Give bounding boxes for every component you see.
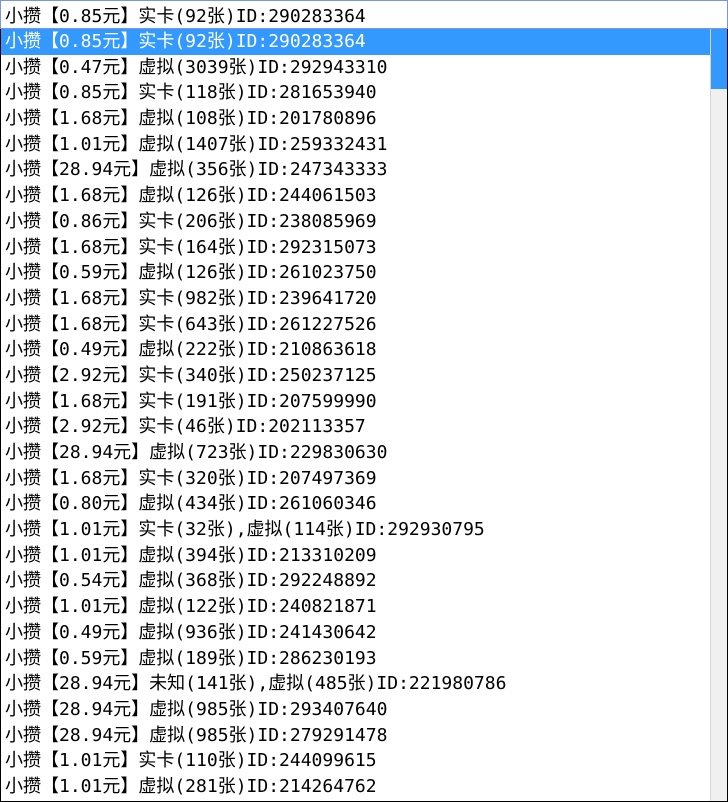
dropdown-item[interactable]: 小攒【0.49元】虚拟(936张)ID:241430642 <box>1 620 710 646</box>
dropdown-item[interactable]: 小攒【0.59元】虚拟(189张)ID:286230193 <box>1 646 710 672</box>
combobox-container: 小攒【0.85元】实卡(92张)ID:290283364小攒【0.47元】虚拟(… <box>0 0 728 802</box>
scrollbar[interactable] <box>710 29 727 801</box>
dropdown-item[interactable]: 小攒【0.54元】虚拟(368张)ID:292248892 <box>1 568 710 594</box>
dropdown-item[interactable]: 小攒【1.01元】虚拟(281张)ID:214264762 <box>1 774 710 800</box>
dropdown-item[interactable]: 小攒【2.92元】实卡(46张)ID:202113357 <box>1 414 710 440</box>
dropdown-item[interactable]: 小攒【1.01元】实卡(110张)ID:244099615 <box>1 748 710 774</box>
dropdown-item[interactable]: 小攒【0.49元】虚拟(222张)ID:210863618 <box>1 337 710 363</box>
dropdown-item[interactable]: 小攒【0.85元】实卡(118张)ID:281653940 <box>1 80 710 106</box>
dropdown-item[interactable]: 小攒【1.01元】虚拟(1407张)ID:259332431 <box>1 132 710 158</box>
dropdown-item[interactable]: 小攒【1.68元】实卡(982张)ID:239641720 <box>1 286 710 312</box>
dropdown-item[interactable]: 小攒【0.85元】实卡(92张)ID:290283364 <box>1 29 710 55</box>
dropdown-item[interactable]: 小攒【1.68元】实卡(320张)ID:207497369 <box>1 466 710 492</box>
dropdown-panel: 小攒【0.85元】实卡(92张)ID:290283364小攒【0.47元】虚拟(… <box>0 29 728 802</box>
dropdown-item[interactable]: 小攒【1.68元】虚拟(126张)ID:244061503 <box>1 183 710 209</box>
dropdown-item[interactable]: 小攒【28.94元】虚拟(985张)ID:293407640 <box>1 697 710 723</box>
dropdown-item[interactable]: 小攒【1.01元】实卡(32张),虚拟(114张)ID:292930795 <box>1 517 710 543</box>
dropdown-item[interactable]: 小攒【1.68元】虚拟(108张)ID:201780896 <box>1 106 710 132</box>
dropdown-item[interactable]: 小攒【1.68元】实卡(191张)ID:207599990 <box>1 389 710 415</box>
dropdown-item[interactable]: 小攒【0.47元】虚拟(3039张)ID:292943310 <box>1 55 710 81</box>
dropdown-item[interactable]: 小攒【1.68元】实卡(164张)ID:292315073 <box>1 235 710 261</box>
combobox-input[interactable] <box>0 0 728 29</box>
dropdown-list: 小攒【0.85元】实卡(92张)ID:290283364小攒【0.47元】虚拟(… <box>1 29 710 801</box>
scrollbar-thumb[interactable] <box>711 29 727 89</box>
dropdown-item[interactable]: 小攒【0.86元】实卡(206张)ID:238085969 <box>1 209 710 235</box>
dropdown-item[interactable]: 小攒【0.59元】虚拟(126张)ID:261023750 <box>1 260 710 286</box>
dropdown-item[interactable]: 小攒【28.94元】虚拟(356张)ID:247343333 <box>1 157 710 183</box>
dropdown-item[interactable]: 小攒【1.68元】实卡(643张)ID:261227526 <box>1 312 710 338</box>
dropdown-item[interactable]: 小攒【28.94元】未知(141张),虚拟(485张)ID:221980786 <box>1 671 710 697</box>
dropdown-item[interactable]: 小攒【2.92元】实卡(340张)ID:250237125 <box>1 363 710 389</box>
dropdown-item[interactable]: 小攒【1.01元】虚拟(394张)ID:213310209 <box>1 543 710 569</box>
scrollbar-track[interactable] <box>711 29 727 801</box>
dropdown-item[interactable]: 小攒【28.94元】虚拟(723张)ID:229830630 <box>1 440 710 466</box>
dropdown-item[interactable]: 小攒【28.94元】虚拟(985张)ID:279291478 <box>1 723 710 749</box>
dropdown-item[interactable]: 小攒【0.80元】虚拟(434张)ID:261060346 <box>1 491 710 517</box>
dropdown-item[interactable]: 小攒【1.01元】虚拟(122张)ID:240821871 <box>1 594 710 620</box>
